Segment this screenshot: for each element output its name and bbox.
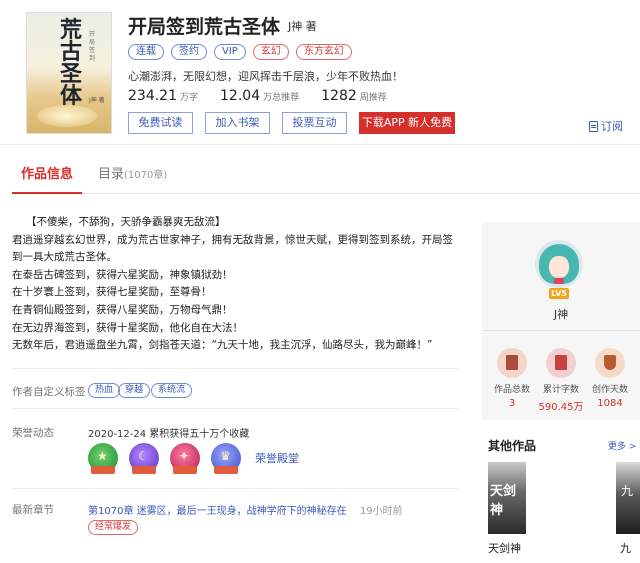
author-panel: LV5 J神 作品总数 3 累计字数 590.45万 创作天数 1084 bbox=[482, 222, 640, 420]
book-title: 开局签到荒古圣体 bbox=[128, 16, 281, 38]
cover-title: 荒古圣体 bbox=[59, 17, 82, 109]
tab-catalog[interactable]: 目录(1070章) bbox=[98, 164, 167, 187]
honor-badge-icon[interactable]: ♛ bbox=[211, 443, 241, 474]
intro-line: 在十岁寰上签到，获得七星奖励，至尊骨！ bbox=[12, 286, 212, 299]
author-level-badge: LV5 bbox=[549, 288, 569, 299]
intro-line: 在泰岳古碑签到，获得六星奖励，神象镇狱劲！ bbox=[12, 268, 233, 281]
latest-chapter-time: 19小时前 bbox=[359, 506, 403, 517]
update-badge: 经常爆发 bbox=[88, 520, 139, 535]
intro-line: 【不傻柴，不舔狗，天骄争霸暴爽无敌流】 bbox=[26, 216, 226, 228]
coffee-cup-icon bbox=[595, 348, 625, 378]
book-author[interactable]: J神 著 bbox=[288, 18, 317, 34]
honor-badge-icon[interactable]: ☾ bbox=[129, 443, 159, 474]
latest-chapter-label: 最新章节 bbox=[12, 504, 54, 516]
header-divider bbox=[0, 144, 640, 145]
honor-label: 荣誉动态 bbox=[12, 427, 54, 439]
vote-button[interactable]: 投票互动 bbox=[282, 112, 347, 134]
latest-chapter-link[interactable]: 第1070章 迷雾区，最后一王现身，战神学府下的神秘存在 bbox=[88, 506, 347, 517]
other-works-title: 其他作品 bbox=[488, 439, 537, 453]
weekly-recommend-unit: 周推荐 bbox=[359, 93, 387, 103]
honor-hall-link[interactable]: 荣誉殿堂 bbox=[255, 450, 299, 466]
tab-book-info[interactable]: 作品信息 bbox=[12, 164, 82, 194]
other-work-name[interactable]: 九 bbox=[620, 540, 631, 556]
honor-badge-icon[interactable]: ✦ bbox=[170, 443, 200, 474]
author-stat-days: 创作天数 1084 bbox=[585, 348, 635, 409]
intro-line: 无数年后，君逍遥盘坐九霄，剑指苍天道：“九天十地，我主沉浮，仙路尽头，我为巅峰！… bbox=[12, 339, 433, 352]
tag-vip: VIP bbox=[214, 44, 246, 60]
custom-tags-label: 作者自定义标签 bbox=[12, 386, 86, 398]
intro-line: 在青铜仙殿签到，获得八星奖励，万物母气鼎！ bbox=[12, 303, 233, 316]
subscribe-button[interactable]: 订阅 bbox=[589, 118, 623, 134]
author-name[interactable]: J神 bbox=[482, 306, 640, 322]
tag-subcategory[interactable]: 东方玄幻 bbox=[295, 44, 352, 60]
divider bbox=[12, 408, 458, 409]
cover-glow bbox=[37, 105, 97, 127]
honor-text: 2020-12-24 累积获得五十万个收藏 bbox=[88, 429, 250, 440]
tab-bar: 作品信息 目录(1070章) bbox=[12, 164, 640, 194]
more-works-link[interactable]: 更多 > bbox=[608, 439, 636, 452]
book-icon bbox=[497, 348, 527, 378]
book-stats: 234.21 万字 12.04 万总推荐 1282 周推荐 bbox=[128, 88, 409, 104]
total-recommend: 12.04 bbox=[220, 88, 261, 104]
add-to-shelf-button[interactable]: 加入书架 bbox=[205, 112, 270, 134]
honor-badge-icon[interactable]: ★ bbox=[88, 443, 118, 474]
honor-badges: ★ ☾ ✦ ♛ 荣誉殿堂 bbox=[88, 443, 299, 474]
intro-line: 在无边界海签到，获得十星奖励，他化自在大法！ bbox=[12, 321, 243, 334]
action-buttons: 免费试读 加入书架 投票互动 下载APP 新人免费读 bbox=[128, 112, 455, 149]
total-recommend-unit: 万总推荐 bbox=[263, 93, 300, 103]
custom-tag[interactable]: 热血 bbox=[88, 383, 121, 398]
tag-status: 连载 bbox=[128, 44, 164, 60]
tab-catalog-label: 目录 bbox=[98, 167, 125, 182]
custom-tag[interactable]: 系统流 bbox=[151, 383, 193, 398]
download-app-button[interactable]: 下载APP 新人免费读 bbox=[359, 112, 455, 149]
other-work-cover[interactable]: 九 bbox=[616, 462, 640, 534]
weekly-recommend: 1282 bbox=[321, 88, 357, 104]
cover-author: J神 著 bbox=[89, 97, 105, 104]
other-work-name[interactable]: 天剑神 bbox=[488, 540, 521, 556]
other-work-cover[interactable]: 天剑神 bbox=[488, 462, 526, 534]
book-tags: 连载 签约 VIP 玄幻 东方玄幻 bbox=[128, 44, 352, 60]
book-cover[interactable]: 荒古圣体 开局签到 J神 著 bbox=[26, 12, 112, 134]
intro-line: 君逍遥穿越玄幻世界，成为荒古世家神子，拥有无敌背景，惊世天赋，更得到签到系统，开… bbox=[12, 233, 453, 264]
author-stat-words: 累计字数 590.45万 bbox=[536, 348, 586, 413]
document-icon bbox=[589, 120, 598, 132]
subscribe-label: 订阅 bbox=[601, 120, 623, 133]
word-count: 234.21 bbox=[128, 88, 177, 104]
cover-subtitle: 开局签到 bbox=[89, 31, 96, 62]
divider bbox=[482, 330, 640, 331]
divider bbox=[12, 488, 458, 489]
author-stat-works: 作品总数 3 bbox=[487, 348, 537, 409]
author-avatar[interactable] bbox=[535, 240, 583, 288]
book-slogan: 心潮澎湃，无限幻想，迎风挥击千层浪，少年不败热血！ bbox=[128, 70, 403, 83]
book-intro: 【不傻柴，不舔狗，天骄争霸暴爽无敌流】 君逍遥穿越玄幻世界，成为荒古世家神子，拥… bbox=[12, 214, 462, 355]
custom-tag[interactable]: 穿越 bbox=[118, 383, 151, 398]
tab-catalog-count: (1070章) bbox=[124, 170, 168, 181]
free-trial-button[interactable]: 免费试读 bbox=[128, 112, 193, 134]
tag-signed: 签约 bbox=[171, 44, 207, 60]
word-count-unit: 万字 bbox=[180, 93, 199, 103]
document-icon bbox=[546, 348, 576, 378]
divider bbox=[12, 368, 458, 369]
latest-chapter: 第1070章 迷雾区，最后一王现身，战神学府下的神秘存在 19小时前 bbox=[88, 502, 403, 517]
tag-category[interactable]: 玄幻 bbox=[252, 44, 289, 60]
